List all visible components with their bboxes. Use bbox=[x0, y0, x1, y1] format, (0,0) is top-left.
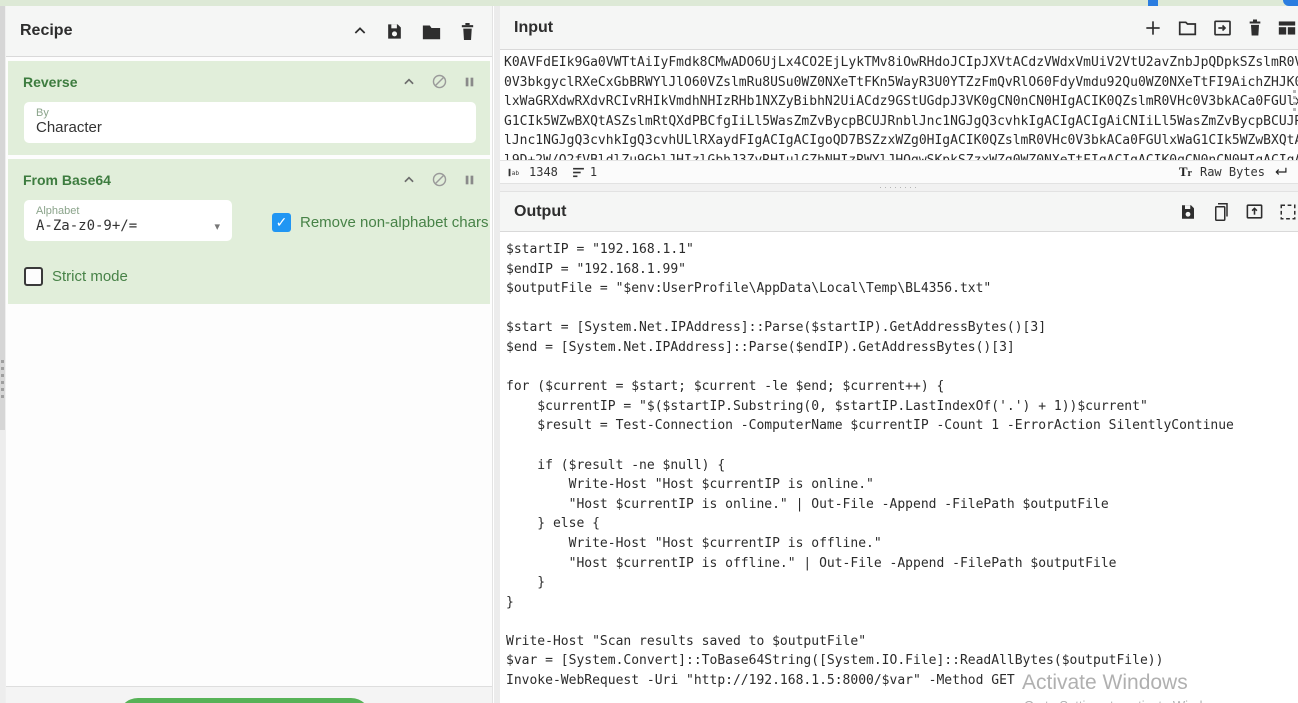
input-textarea[interactable]: K0AVFdEIk9Ga0VWTtAiIyFmdk8CMwADO6UjLx4CO… bbox=[500, 50, 1298, 160]
disable-op-icon[interactable] bbox=[431, 73, 448, 90]
strict-mode-checkbox[interactable]: Strict mode bbox=[24, 267, 490, 286]
arg-value: Character bbox=[36, 119, 102, 136]
remove-non-alphabet-checkbox[interactable]: ✓ Remove non-alphabet chars bbox=[272, 213, 488, 232]
collapse-op-icon[interactable] bbox=[402, 173, 416, 187]
cyberchef-app: Recipe Reverse By Character From Base64 … bbox=[0, 0, 1298, 703]
clear-input-trash-icon[interactable] bbox=[1247, 18, 1263, 37]
operation-from-base64-header: From Base64 bbox=[8, 159, 490, 194]
input-text-content: K0AVFdEIk9Ga0VWTtAiIyFmdk8CMwADO6UjLx4CO… bbox=[504, 55, 1298, 160]
checkbox-label: Strict mode bbox=[52, 268, 128, 285]
clear-recipe-trash-icon[interactable] bbox=[459, 22, 476, 41]
line-count-item: 1 bbox=[572, 165, 597, 179]
char-count-item: ab 1348 bbox=[508, 165, 558, 179]
copy-output-icon[interactable] bbox=[1212, 202, 1230, 222]
open-folder-icon[interactable] bbox=[1177, 18, 1198, 37]
input-header: Input bbox=[500, 6, 1298, 50]
character-encoding-icon[interactable]: Tr bbox=[1179, 164, 1192, 180]
line-ending-return-icon[interactable] bbox=[1273, 166, 1288, 178]
breakpoint-pause-icon[interactable] bbox=[463, 173, 476, 187]
arg-label: By bbox=[36, 107, 49, 119]
load-recipe-folder-icon[interactable] bbox=[421, 22, 442, 41]
checkbox-unchecked-icon[interactable] bbox=[24, 267, 43, 286]
replace-input-with-output-icon[interactable] bbox=[1245, 202, 1264, 221]
input-output-splitter[interactable]: ········ bbox=[500, 183, 1298, 192]
maximise-output-icon[interactable] bbox=[1279, 203, 1297, 221]
input-title: Input bbox=[514, 18, 554, 36]
recipe-pane: Recipe Reverse By Character From Base64 … bbox=[5, 6, 493, 703]
arg-value: A-Za-z0-9+/= bbox=[36, 218, 138, 234]
checkbox-label: Remove non-alphabet chars bbox=[300, 214, 489, 231]
recipe-footer bbox=[6, 686, 492, 703]
io-pane: Input K0AVFdEIk9Ga0VWTtAiIyFmdk8CMwADO6U… bbox=[500, 6, 1298, 703]
encoding-label[interactable]: Raw Bytes bbox=[1200, 165, 1265, 179]
add-input-tab-icon[interactable] bbox=[1143, 18, 1163, 38]
recipe-title: Recipe bbox=[20, 22, 73, 39]
chevron-down-icon: ▾ bbox=[214, 221, 220, 233]
operation-title: Reverse bbox=[23, 73, 78, 90]
open-file-as-input-icon[interactable] bbox=[1212, 18, 1233, 38]
save-output-icon[interactable] bbox=[1179, 203, 1197, 221]
operation-title: From Base64 bbox=[23, 171, 111, 188]
input-tabs-grid-icon[interactable] bbox=[1277, 19, 1297, 37]
collapse-recipe-icon[interactable] bbox=[352, 23, 368, 39]
output-area[interactable]: $startIP = "192.168.1.1" $endIP = "192.1… bbox=[500, 232, 1298, 703]
reverse-by-select[interactable]: By Character bbox=[24, 102, 476, 143]
output-title: Output bbox=[514, 202, 567, 220]
recipe-header: Recipe bbox=[6, 6, 492, 57]
line-count-value: 1 bbox=[589, 165, 598, 179]
save-recipe-icon[interactable] bbox=[385, 22, 404, 41]
alphabet-dropdown[interactable]: Alphabet A-Za-z0-9+/= ▾ bbox=[24, 200, 232, 241]
arg-label: Alphabet bbox=[36, 205, 80, 217]
collapse-op-icon[interactable] bbox=[402, 75, 416, 89]
line-count-icon bbox=[572, 167, 584, 177]
output-header: Output bbox=[500, 192, 1298, 232]
operation-from-base64[interactable]: From Base64 Alphabet A-Za-z0-9+/= ▾ ✓ Re… bbox=[8, 159, 490, 304]
input-scrollbar-grip[interactable] bbox=[1293, 90, 1296, 111]
disable-op-icon[interactable] bbox=[431, 171, 448, 188]
breakpoint-pause-icon[interactable] bbox=[463, 75, 476, 89]
checkbox-checked-icon[interactable]: ✓ bbox=[272, 213, 291, 232]
input-status-bar: ab 1348 1 Tr Raw Bytes bbox=[500, 160, 1298, 183]
bake-button[interactable] bbox=[118, 698, 371, 703]
operation-reverse-header: Reverse bbox=[8, 61, 490, 96]
character-count-icon: ab bbox=[508, 168, 520, 176]
svg-text:ab: ab bbox=[512, 169, 520, 176]
char-count-value: 1348 bbox=[529, 165, 558, 179]
operation-reverse[interactable]: Reverse By Character bbox=[8, 61, 490, 155]
output-code-content: $startIP = "192.168.1.1" $endIP = "192.1… bbox=[506, 242, 1234, 689]
